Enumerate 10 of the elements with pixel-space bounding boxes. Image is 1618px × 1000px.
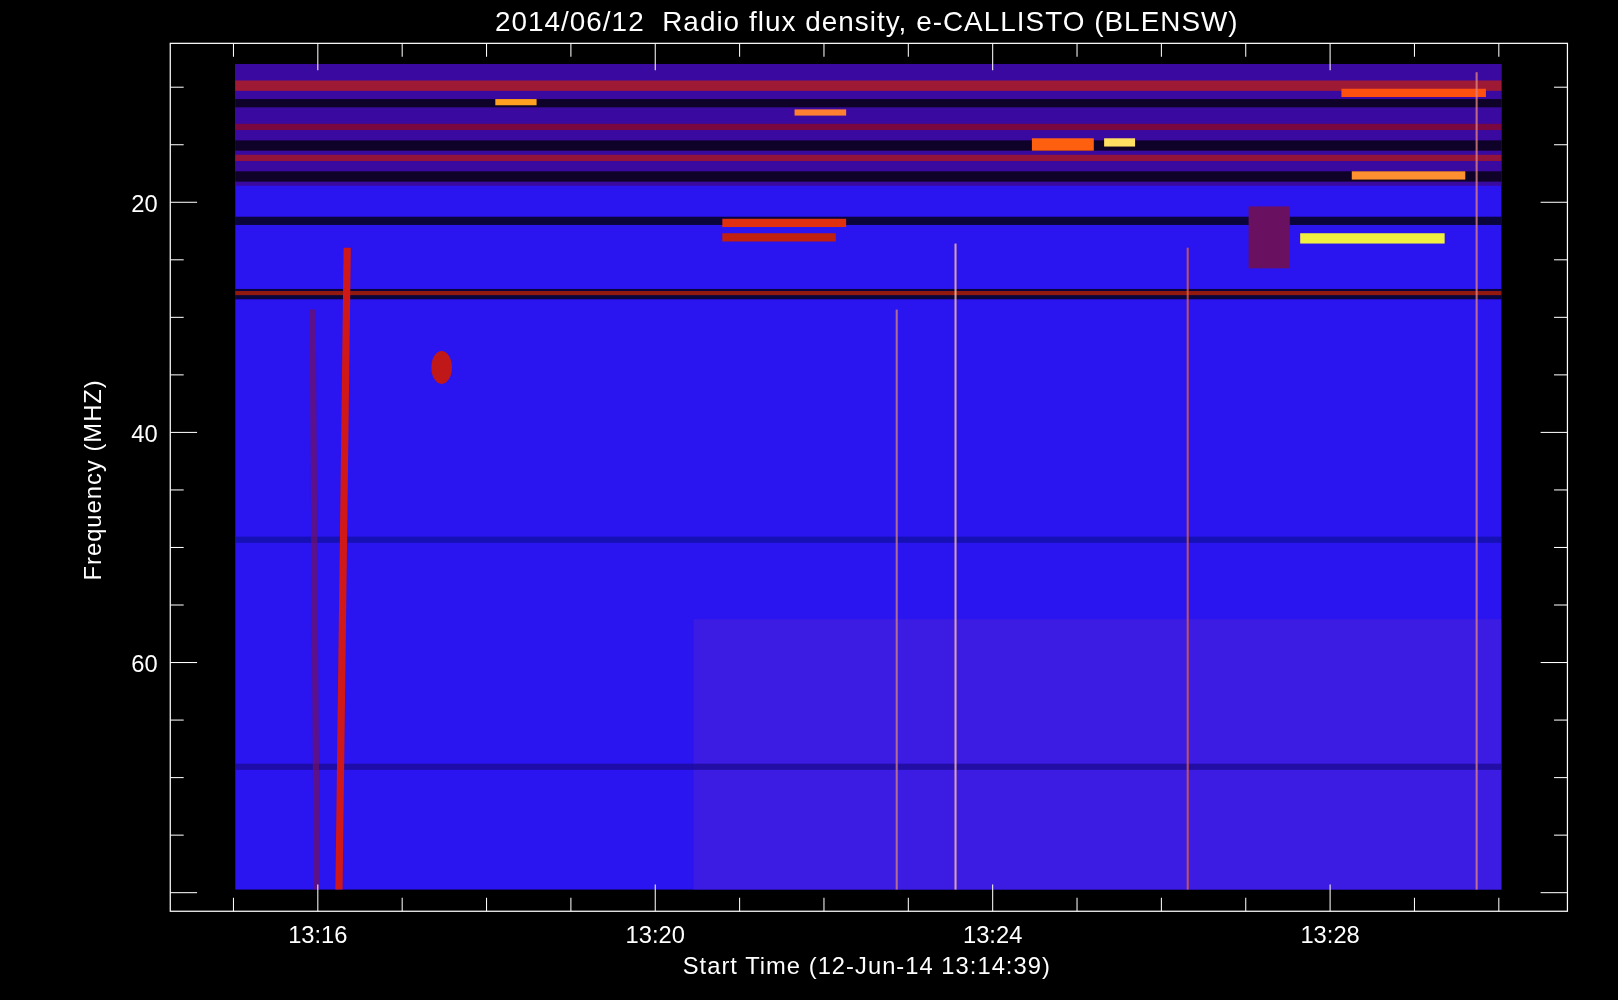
chart-title: 2014/06/12 Radio flux density, e-CALLISTO (BLENSW): [494, 5, 1239, 37]
y-tick-label: 40: [131, 420, 158, 447]
x-tick-label: 13:20: [625, 922, 685, 949]
y-axis-label: Frequency (MHZ): [80, 379, 107, 581]
x-tick-label: 13:24: [963, 922, 1023, 949]
x-tick-label: 13:28: [1300, 922, 1360, 949]
x-tick-label: 13:16: [288, 922, 348, 949]
x-axis-label: Start Time (12-Jun-14 13:14:39): [682, 953, 1051, 980]
y-tick-label: 60: [131, 650, 158, 677]
y-tick-label: 20: [131, 190, 158, 217]
